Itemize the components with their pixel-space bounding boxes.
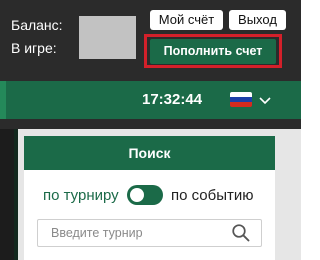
toggle-knob [130,188,144,202]
tournament-search-input[interactable] [37,219,262,247]
my-account-button[interactable]: Мой счёт [150,10,223,30]
deposit-button[interactable]: Пополнить счет [150,39,276,64]
clock: 17:32:44 [142,91,203,108]
in-game-label: В игре: [11,40,57,56]
divider-band [0,119,301,129]
balance-placeholder-box [79,16,136,59]
search-by-event-option[interactable]: по событию [171,188,254,204]
balance-label: Баланс: [11,17,63,33]
header-bar-accent [0,81,6,119]
logout-button[interactable]: Выход [229,10,286,30]
search-by-tournament-option[interactable]: по турниру [43,188,119,204]
app-frame: Баланс: В игре: Мой счёт Выход Пополнить… [0,0,301,260]
chevron-down-icon[interactable] [258,94,272,106]
content-left-edge [0,129,14,260]
search-mode-toggle[interactable] [127,185,163,205]
search-panel-title: Поиск [24,136,275,170]
russia-flag-icon[interactable] [230,92,252,107]
search-icon[interactable] [231,223,251,243]
